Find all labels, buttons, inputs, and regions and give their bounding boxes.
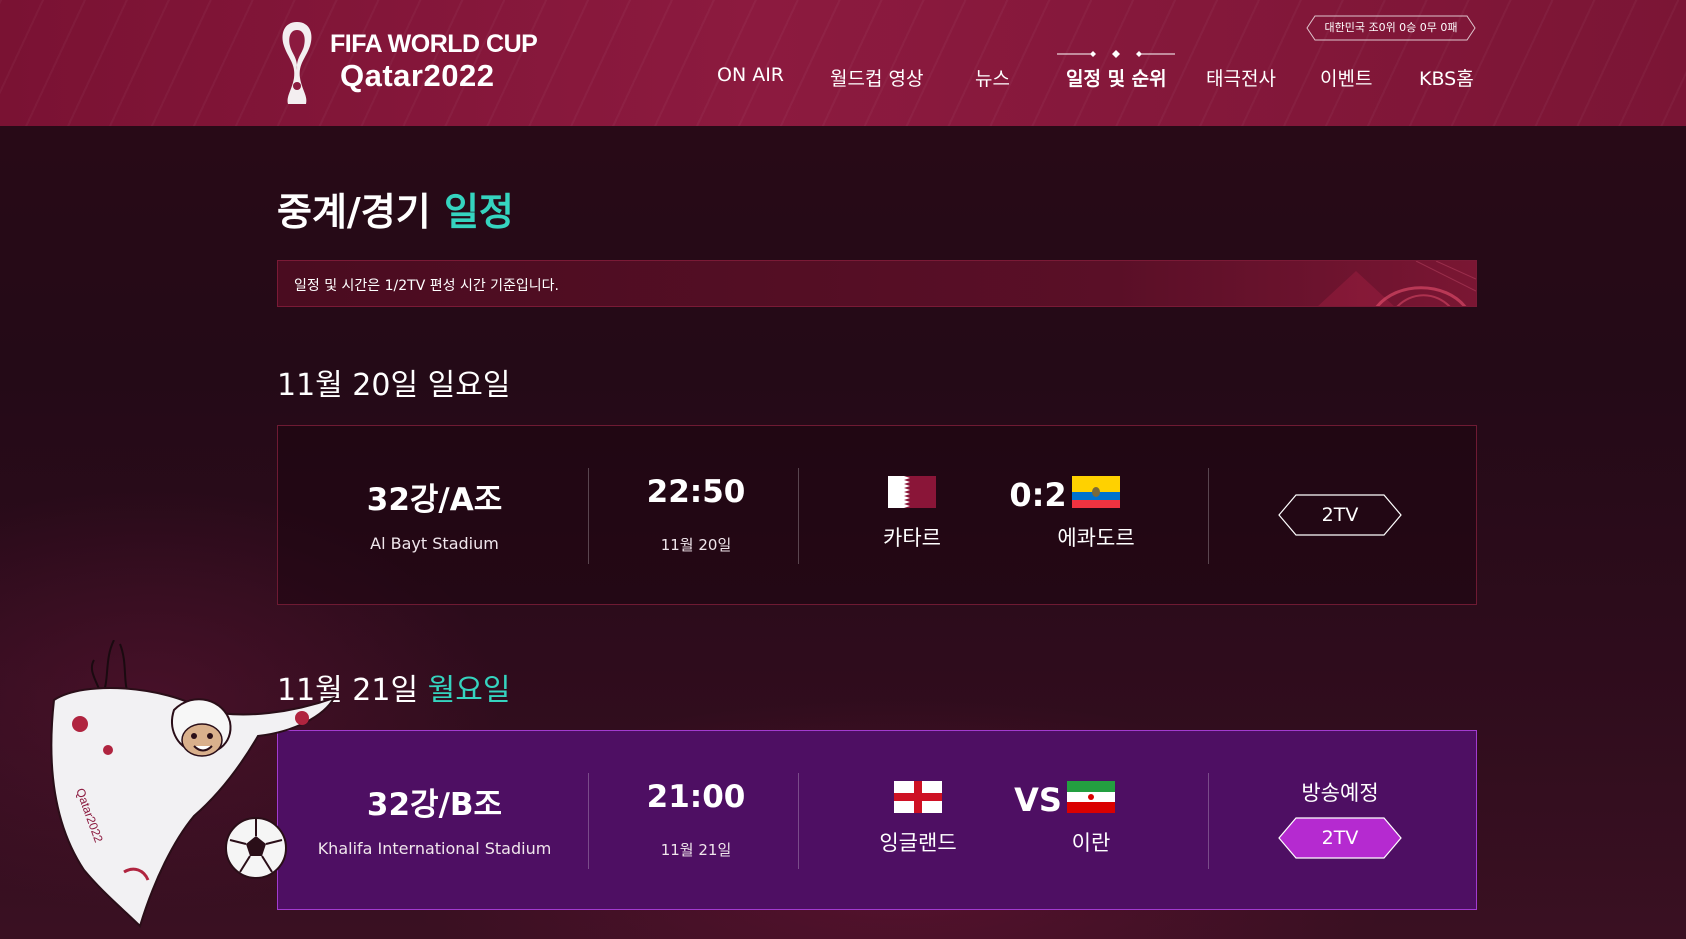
match-card[interactable]: 32강/B조 Khalifa International Stadium 21:… [277, 730, 1477, 910]
divider [1208, 773, 1209, 869]
home-team-name: 카타르 [883, 526, 941, 550]
channel-label: 2TV [1321, 504, 1359, 526]
nav-taeguk-warriors[interactable]: 태극전사 [1206, 64, 1276, 91]
match-time: 22:50 [646, 474, 746, 510]
away-team-name: 이란 [1071, 831, 1111, 855]
england-flag-icon [894, 781, 942, 813]
nav-worldcup-video[interactable]: 월드컵 영상 [830, 64, 923, 91]
home-team-name: 잉글랜드 [879, 831, 957, 855]
channel-2tv-button[interactable]: 2TV [1278, 494, 1402, 536]
divider [588, 773, 589, 869]
page-title: 중계/경기 일정 [277, 181, 514, 236]
fifa-world-cup-logo[interactable]: FIFA WORLD CUP Qatar2022 [276, 20, 546, 106]
match-date: 11월 20일 [660, 536, 732, 554]
logo-subtitle: Qatar2022 [340, 58, 495, 93]
match-stadium: Al Bayt Stadium [370, 534, 499, 553]
schedule-notice: 일정 및 시간은 1/2TV 편성 시간 기준입니다. [277, 260, 1477, 307]
notice-text: 일정 및 시간은 1/2TV 편성 시간 기준입니다. [294, 278, 560, 294]
iran-flag-icon [1067, 781, 1115, 813]
nav-schedule-ranking[interactable]: 일정 및 순위 [1066, 64, 1167, 91]
nav-kbs-home[interactable]: KBS홈 [1419, 64, 1474, 91]
date-heading-date: 11월 20일 [277, 368, 428, 403]
active-nav-indicator [1057, 50, 1175, 58]
site-header: FIFA WORLD CUP Qatar2022 대한민국 조0위 0승 0무 … [0, 0, 1686, 126]
divider [588, 468, 589, 564]
main-nav: ON AIR 월드컵 영상 뉴스 일정 및 순위 태극전사 이벤트 KBS홈 [700, 64, 1490, 94]
page-title-accent: 일정 [443, 190, 514, 234]
broadcast-status: 방송예정 [1301, 781, 1379, 805]
channel-2tv-button[interactable]: 2TV [1278, 817, 1402, 859]
world-cup-trophy-icon [282, 22, 312, 104]
match-date: 11월 21일 [660, 841, 732, 859]
korea-record-badge[interactable]: 대한민국 조0위 0승 0무 0패 [1307, 16, 1475, 40]
divider [1208, 468, 1209, 564]
date-heading-weekday: 월요일 [427, 673, 511, 708]
ecuador-flag-icon [1072, 476, 1120, 508]
match-time: 21:00 [646, 779, 746, 815]
date-heading-weekday: 일요일 [427, 368, 511, 403]
page-title-main: 중계/경기 [277, 190, 444, 234]
away-team-name: 에콰도르 [1057, 526, 1135, 550]
stadium-decoration [1318, 261, 1476, 306]
nav-event[interactable]: 이벤트 [1320, 64, 1372, 91]
date-heading-1: 11월 20일 일요일 [277, 360, 510, 404]
logo-title: FIFA WORLD CUP [330, 30, 538, 58]
channel-label: 2TV [1321, 827, 1359, 849]
nav-news[interactable]: 뉴스 [975, 64, 1010, 91]
laeeb-mascot-icon: Qatar2022 [50, 640, 337, 928]
nav-on-air[interactable]: ON AIR [717, 64, 784, 86]
match-round: 32강/A조 [366, 482, 503, 518]
divider [798, 773, 799, 869]
divider [798, 468, 799, 564]
qatar-flag-icon [888, 476, 936, 508]
match-card[interactable]: 32강/A조 Al Bayt Stadium 22:50 11월 20일 카타르… [277, 425, 1477, 605]
